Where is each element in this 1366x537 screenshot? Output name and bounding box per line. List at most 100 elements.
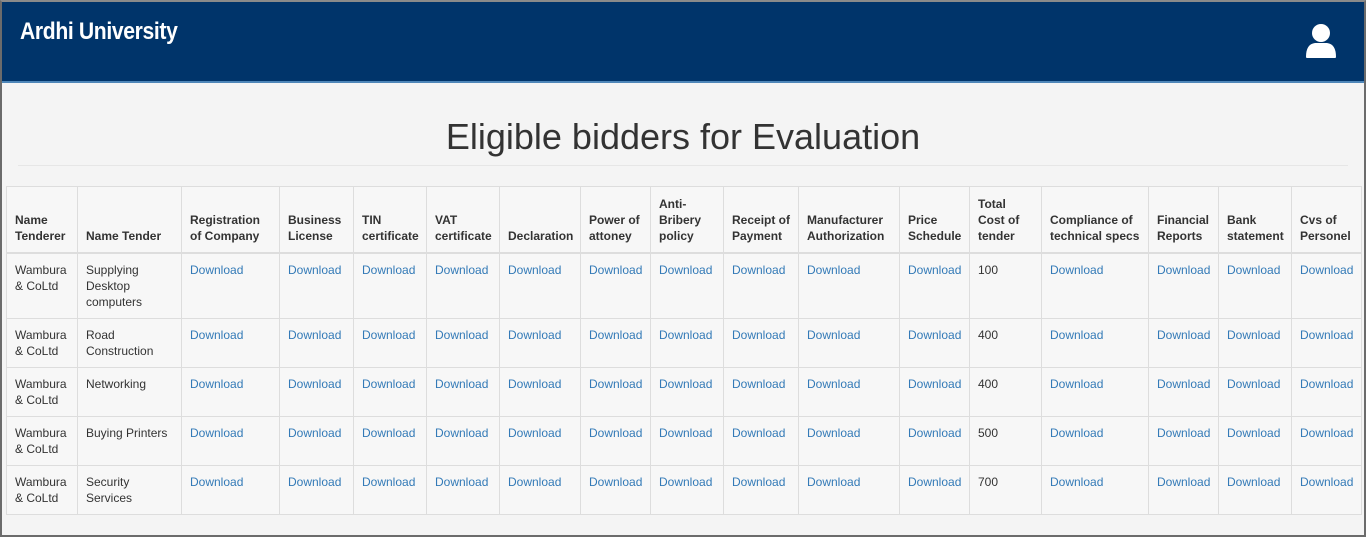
download-link[interactable]: Download [190, 426, 243, 440]
download-link[interactable]: Download [288, 377, 341, 391]
download-link[interactable]: Download [659, 475, 712, 489]
table-cell: Download [723, 367, 799, 417]
table-cell: Download [279, 367, 354, 417]
download-link[interactable]: Download [908, 475, 961, 489]
table-cell: Download [279, 465, 354, 515]
download-link[interactable]: Download [1227, 377, 1280, 391]
table-row: Wambura & CoLtd Security Services Download… [6, 465, 1362, 515]
table-cell: Download [499, 318, 581, 368]
download-link[interactable]: Download [807, 328, 860, 342]
table-cell: Download [426, 465, 500, 515]
table-cell: 400 [969, 318, 1042, 368]
download-link[interactable]: Download [508, 263, 561, 277]
download-link[interactable]: Download [1300, 263, 1353, 277]
download-link[interactable]: Download [190, 377, 243, 391]
download-link[interactable]: Download [1300, 328, 1353, 342]
table-cell: Download [1218, 252, 1292, 319]
table-cell: Download [426, 252, 500, 319]
download-link[interactable]: Download [1050, 328, 1103, 342]
download-link[interactable]: Download [1050, 475, 1103, 489]
table-cell: Download [1148, 252, 1219, 319]
download-link[interactable]: Download [508, 377, 561, 391]
download-link[interactable]: Download [1227, 426, 1280, 440]
download-link[interactable]: Download [589, 377, 642, 391]
download-link[interactable]: Download [190, 475, 243, 489]
download-link[interactable]: Download [288, 475, 341, 489]
table-cell: Download [353, 416, 427, 466]
download-link[interactable]: Download [1157, 475, 1210, 489]
download-link[interactable]: Download [362, 263, 415, 277]
download-link[interactable]: Download [1050, 426, 1103, 440]
download-link[interactable]: Download [435, 328, 488, 342]
download-link[interactable]: Download [362, 426, 415, 440]
download-link[interactable]: Download [659, 328, 712, 342]
table-cell: Download [1041, 367, 1149, 417]
download-link[interactable]: Download [190, 328, 243, 342]
download-link[interactable]: Download [589, 475, 642, 489]
download-link[interactable]: Download [362, 377, 415, 391]
table-cell: Download [426, 318, 500, 368]
download-link[interactable]: Download [732, 475, 785, 489]
download-link[interactable]: Download [659, 263, 712, 277]
column-header: Receipt of Payment [723, 186, 799, 254]
download-link[interactable]: Download [1050, 377, 1103, 391]
download-link[interactable]: Download [908, 377, 961, 391]
table-cell: Download [798, 367, 900, 417]
download-link[interactable]: Download [908, 328, 961, 342]
column-header: Cvs of Personel [1291, 186, 1362, 254]
table-cell: Download [723, 318, 799, 368]
download-link[interactable]: Download [807, 377, 860, 391]
download-link[interactable]: Download [288, 263, 341, 277]
download-link[interactable]: Download [732, 328, 785, 342]
download-link[interactable]: Download [508, 328, 561, 342]
download-link[interactable]: Download [1300, 377, 1353, 391]
download-link[interactable]: Download [589, 328, 642, 342]
table-cell: Download [650, 318, 724, 368]
table-cell: Download [1291, 465, 1362, 515]
download-link[interactable]: Download [435, 426, 488, 440]
download-link[interactable]: Download [1157, 263, 1210, 277]
download-link[interactable]: Download [1157, 328, 1210, 342]
table-cell: Download [723, 252, 799, 319]
table-cell: 500 [969, 416, 1042, 466]
download-link[interactable]: Download [1227, 328, 1280, 342]
download-link[interactable]: Download [435, 475, 488, 489]
table-header-row: Name Tenderer Name Tender Registration of … [6, 186, 1362, 254]
download-link[interactable]: Download [435, 263, 488, 277]
download-link[interactable]: Download [1157, 377, 1210, 391]
download-link[interactable]: Download [1300, 426, 1353, 440]
download-link[interactable]: Download [1050, 263, 1103, 277]
download-link[interactable]: Download [732, 377, 785, 391]
download-link[interactable]: Download [362, 475, 415, 489]
table-cell: Download [723, 465, 799, 515]
download-link[interactable]: Download [589, 426, 642, 440]
download-link[interactable]: Download [659, 426, 712, 440]
download-link[interactable]: Download [589, 263, 642, 277]
table-cell: Download [499, 252, 581, 319]
page-header: Eligible bidders for Evaluation [18, 85, 1348, 166]
download-link[interactable]: Download [362, 328, 415, 342]
download-link[interactable]: Download [190, 263, 243, 277]
table-cell: Security Services [77, 465, 182, 515]
download-link[interactable]: Download [807, 263, 860, 277]
download-link[interactable]: Download [435, 377, 488, 391]
download-link[interactable]: Download [1157, 426, 1210, 440]
download-link[interactable]: Download [1227, 475, 1280, 489]
download-link[interactable]: Download [908, 426, 961, 440]
download-link[interactable]: Download [732, 263, 785, 277]
download-link[interactable]: Download [908, 263, 961, 277]
download-link[interactable]: Download [508, 475, 561, 489]
table-cell: Download [899, 416, 970, 466]
download-link[interactable]: Download [288, 426, 341, 440]
download-link[interactable]: Download [732, 426, 785, 440]
download-link[interactable]: Download [807, 426, 860, 440]
download-link[interactable]: Download [1227, 263, 1280, 277]
download-link[interactable]: Download [1300, 475, 1353, 489]
brand-logo[interactable]: Ardhi University [20, 18, 178, 46]
download-link[interactable]: Download [508, 426, 561, 440]
download-link[interactable]: Download [288, 328, 341, 342]
table-cell: Wambura & CoLtd [6, 465, 78, 515]
download-link[interactable]: Download [807, 475, 860, 489]
download-link[interactable]: Download [659, 377, 712, 391]
user-icon[interactable] [1305, 23, 1337, 59]
